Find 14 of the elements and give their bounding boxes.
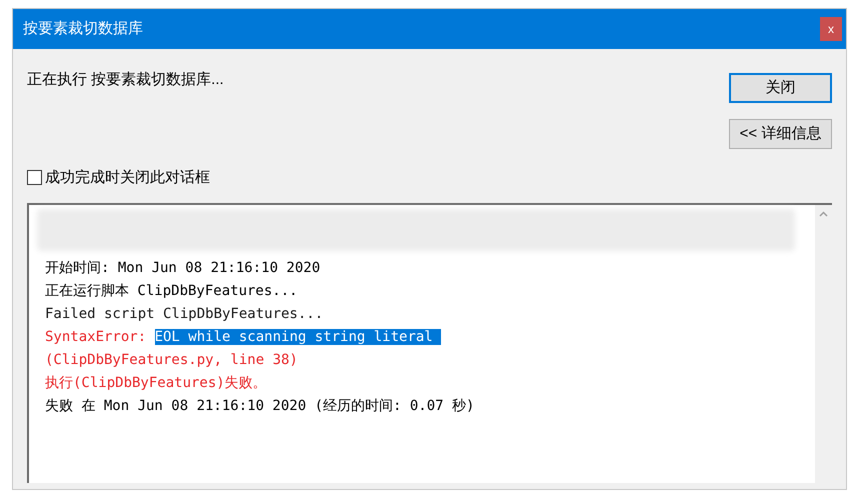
- log-line: (ClipDbByFeatures.py, line 38): [45, 351, 299, 370]
- log-line: Failed script ClipDbByFeatures...: [45, 305, 324, 324]
- log-line: 正在运行脚本 ClipDbByFeatures...: [45, 282, 299, 301]
- log-line: 开始时间: Mon Jun 08 21:16:10 2020: [45, 259, 322, 278]
- status-text: 正在执行 按要素裁切数据库...: [27, 70, 225, 90]
- close-on-success-checkbox[interactable]: 成功完成时关闭此对话框: [27, 166, 729, 189]
- log-line: 执行(ClipDbByFeatures)失败。: [45, 374, 268, 393]
- log-line: SyntaxError: EOL while scanning string literal: [45, 326, 815, 349]
- dialog-button[interactable]: 关闭: [729, 73, 832, 103]
- dialog-button[interactable]: << 详细信息: [729, 119, 832, 149]
- log-line: 失败 在 Mon Jun 08 21:16:10 2020 (经历的时间: 0.07 秒): [45, 397, 476, 416]
- close-button[interactable]: x: [820, 17, 842, 41]
- window-title: 按要素裁切数据库: [23, 18, 143, 39]
- checkbox[interactable]: [27, 170, 42, 186]
